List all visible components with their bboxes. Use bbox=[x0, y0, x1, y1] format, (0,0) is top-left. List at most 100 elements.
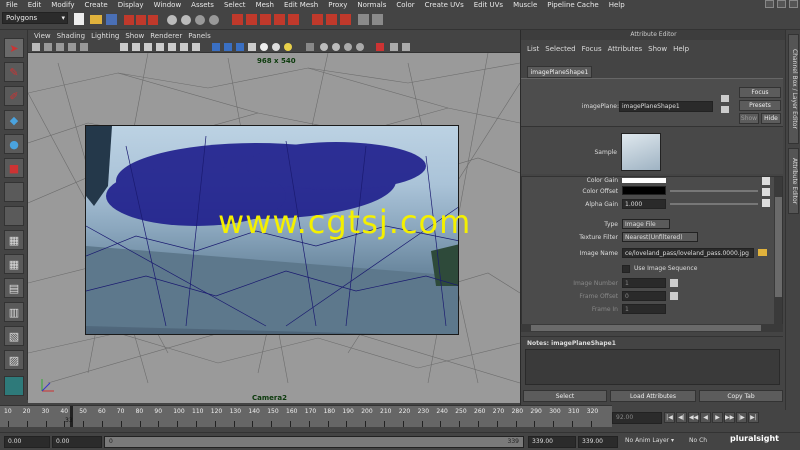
attribute-editor-menu-item[interactable]: List bbox=[527, 45, 539, 53]
menu-item[interactable]: Create UVs bbox=[425, 1, 464, 9]
presets-button[interactable]: Presets bbox=[739, 100, 781, 111]
frame-offset-field[interactable]: 0 bbox=[622, 291, 666, 301]
character-set-select[interactable]: No Ch bbox=[686, 436, 726, 448]
menu-item[interactable]: Proxy bbox=[328, 1, 347, 9]
persp-outliner-layout-icon[interactable]: ▧ bbox=[4, 326, 24, 346]
viewport-menu-item[interactable]: Show bbox=[125, 32, 144, 40]
hide-button[interactable]: Hide bbox=[761, 113, 781, 124]
output-connection-icon[interactable] bbox=[721, 106, 729, 113]
viewport-toolbar[interactable] bbox=[28, 41, 520, 53]
focus-button[interactable]: Focus bbox=[739, 87, 781, 98]
color-gain-swatch[interactable] bbox=[622, 178, 666, 183]
attribute-editor-menu-item[interactable]: Show bbox=[648, 45, 667, 53]
menu-item[interactable]: Modify bbox=[51, 1, 74, 9]
menu-item[interactable]: Assets bbox=[191, 1, 214, 9]
outliner-layout-icon[interactable]: ▨ bbox=[4, 350, 24, 370]
menu-item[interactable]: Edit UVs bbox=[474, 1, 503, 9]
close-icon[interactable] bbox=[789, 0, 798, 8]
copy-tab-button[interactable]: Copy Tab bbox=[699, 390, 783, 402]
menu-item[interactable]: Help bbox=[609, 1, 625, 9]
menu-item[interactable]: File bbox=[6, 1, 18, 9]
single-pane-layout-icon[interactable]: ▦ bbox=[4, 230, 24, 250]
color-offset-swatch[interactable] bbox=[622, 186, 666, 195]
playback-button[interactable]: ▶| bbox=[748, 412, 759, 423]
range-slider[interactable]: 0 339 bbox=[104, 436, 524, 448]
folder-icon[interactable] bbox=[758, 249, 767, 256]
tab-channel-box[interactable]: Channel Box / Layer Editor bbox=[788, 34, 799, 144]
menu-item[interactable]: Pipeline Cache bbox=[547, 1, 598, 9]
attribute-editor-menu-item[interactable]: Help bbox=[673, 45, 689, 53]
load-attributes-button[interactable]: Load Attributes bbox=[610, 390, 696, 402]
scene-icon[interactable] bbox=[4, 376, 24, 396]
map-button-icon[interactable] bbox=[762, 188, 770, 196]
menu-item[interactable]: Muscle bbox=[513, 1, 537, 9]
playback-start-field[interactable]: 0.00 bbox=[52, 436, 102, 448]
image-number-field[interactable]: 1 bbox=[622, 278, 666, 288]
viewport-menu-item[interactable]: View bbox=[34, 32, 51, 40]
menu-item[interactable]: Display bbox=[118, 1, 144, 9]
paint-select-icon[interactable]: ✐ bbox=[4, 86, 24, 106]
anim-layer-select[interactable]: No Anim Layer ▾ bbox=[622, 436, 682, 448]
notes-textarea[interactable] bbox=[525, 349, 780, 385]
time-slider[interactable]: 10 20 30 40 50 60 70 80 90 100 110 120 130 140 150 160 1… bbox=[0, 405, 612, 427]
horizontal-scrollbar[interactable] bbox=[521, 324, 783, 332]
rotate-tool-icon[interactable]: ● bbox=[4, 134, 24, 154]
type-select[interactable]: Image File bbox=[622, 219, 670, 229]
image-plane-name-field[interactable]: imagePlaneShape1 bbox=[619, 101, 713, 112]
side-by-side-layout-icon[interactable]: ▤ bbox=[4, 278, 24, 298]
select-button[interactable]: Select bbox=[523, 390, 607, 402]
use-image-sequence-checkbox[interactable] bbox=[622, 265, 630, 273]
playback-button[interactable]: ◀◀ bbox=[688, 412, 699, 423]
attributes-scroll-area[interactable]: Color Gain Color Offset Alpha Gain 1.000… bbox=[521, 176, 783, 326]
start-time-field[interactable]: 0.00 bbox=[4, 436, 50, 448]
viewport-menu-item[interactable]: Shading bbox=[57, 32, 85, 40]
tab-attribute-editor[interactable]: Attribute Editor bbox=[788, 148, 799, 214]
viewport-toolbar-icons[interactable] bbox=[28, 41, 520, 53]
manipulator-tool-icon[interactable] bbox=[4, 182, 24, 202]
color-offset-slider[interactable] bbox=[670, 190, 758, 192]
map-button-icon[interactable] bbox=[670, 292, 678, 300]
attributes-scrollbar[interactable] bbox=[774, 177, 782, 325]
select-tool-icon[interactable]: ➤ bbox=[4, 38, 24, 58]
playback-button[interactable]: ◀| bbox=[676, 412, 687, 423]
four-pane-layout-icon[interactable]: ▦ bbox=[4, 254, 24, 274]
perspective-viewport[interactable]: 968 x 540 www.cgtsj.com Camera2 bbox=[28, 53, 520, 403]
viewport-menu-item[interactable]: Renderer bbox=[150, 32, 182, 40]
map-button-icon[interactable] bbox=[762, 199, 770, 207]
texture-filter-select[interactable]: Nearest(Unfiltered) bbox=[622, 232, 698, 242]
end-time-field[interactable]: 339.00 bbox=[578, 436, 618, 448]
input-connection-icon[interactable] bbox=[721, 95, 729, 102]
menu-item[interactable]: Color bbox=[396, 1, 414, 9]
playback-button[interactable]: |▶ bbox=[736, 412, 747, 423]
menu-item[interactable]: Edit bbox=[28, 1, 42, 9]
alpha-gain-field[interactable]: 1.000 bbox=[622, 199, 666, 209]
last-tool-icon[interactable] bbox=[4, 206, 24, 226]
lasso-tool-icon[interactable]: ✎ bbox=[4, 62, 24, 82]
show-button[interactable]: Show bbox=[739, 113, 759, 124]
minimize-icon[interactable] bbox=[765, 0, 774, 8]
menu-item[interactable]: Normals bbox=[357, 1, 386, 9]
alpha-gain-slider[interactable] bbox=[670, 203, 758, 205]
viewport-menu-item[interactable]: Panels bbox=[188, 32, 211, 40]
menu-item[interactable]: Create bbox=[84, 1, 107, 9]
menu-item[interactable]: Edit Mesh bbox=[284, 1, 318, 9]
menu-item[interactable]: Select bbox=[224, 1, 246, 9]
playback-end-field[interactable]: 339.00 bbox=[528, 436, 576, 448]
frame-in-field[interactable]: 1 bbox=[622, 304, 666, 314]
image-name-field[interactable]: ce/loveland_pass/loveland_pass.0000.jpg bbox=[622, 248, 754, 258]
status-line-icons[interactable] bbox=[72, 12, 402, 26]
attribute-editor-menu-item[interactable]: Focus bbox=[582, 45, 602, 53]
tab-imageplaneshape1[interactable]: imagePlaneShape1 bbox=[527, 66, 592, 78]
playback-button[interactable]: |◀ bbox=[664, 412, 675, 423]
persp-graph-layout-icon[interactable]: ▥ bbox=[4, 302, 24, 322]
menu-item[interactable]: Mesh bbox=[256, 1, 274, 9]
playback-button[interactable]: ◀ bbox=[700, 412, 711, 423]
menu-item[interactable]: Window bbox=[154, 1, 182, 9]
scale-tool-icon[interactable]: ■ bbox=[4, 158, 24, 178]
viewport-menu-item[interactable]: Lighting bbox=[91, 32, 119, 40]
move-tool-icon[interactable]: ◆ bbox=[4, 110, 24, 130]
current-time-field[interactable]: 92.00 bbox=[612, 412, 662, 424]
playback-button[interactable]: ▶ bbox=[712, 412, 723, 423]
maximize-icon[interactable] bbox=[777, 0, 786, 8]
attribute-editor-menu-item[interactable]: Selected bbox=[545, 45, 575, 53]
